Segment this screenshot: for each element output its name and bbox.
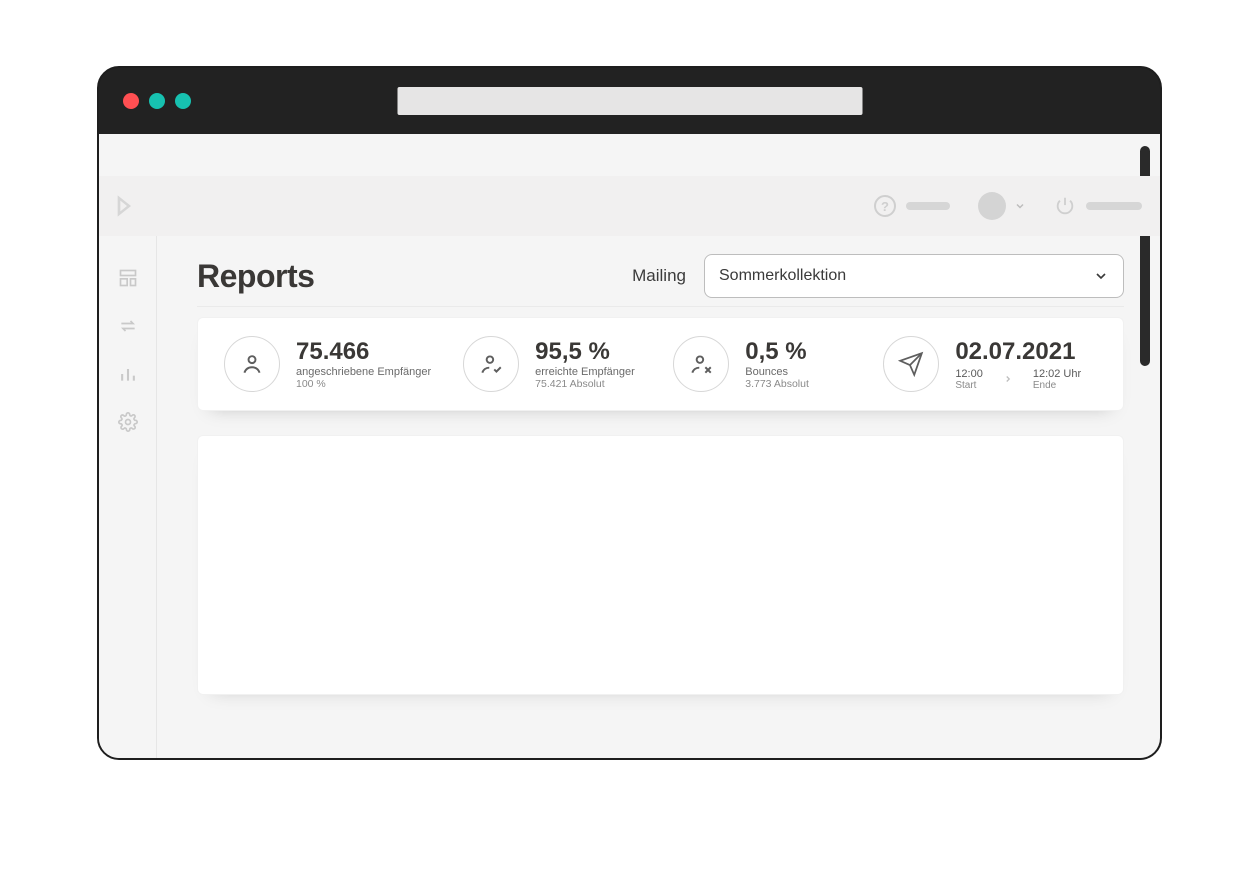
stat-date-end-label: Ende [1033, 380, 1081, 391]
window-controls [123, 93, 191, 109]
brand-logo-icon [111, 190, 143, 222]
help-menu[interactable]: ? [874, 195, 950, 217]
analytics-icon[interactable] [118, 364, 138, 384]
stat-bounces-label: Bounces [745, 366, 809, 378]
nav-rail [99, 236, 157, 758]
mailing-select[interactable]: Sommerkollektion [704, 254, 1124, 298]
page-header: Reports Mailing Sommerkollektion [197, 254, 1124, 307]
stat-recipients-label: angeschriebene Empfänger [296, 366, 431, 378]
stat-date-end-time: 12:02 Uhr [1033, 368, 1081, 380]
power-icon [1054, 195, 1076, 217]
paper-plane-icon [883, 336, 939, 392]
mailing-select-value: Sommerkollektion [719, 267, 846, 285]
chevron-down-icon [1093, 268, 1109, 284]
page-title: Reports [197, 258, 314, 295]
stat-recipients-sub: 100 % [296, 378, 431, 390]
help-label-placeholder [906, 202, 950, 210]
stat-bounces-sub: 3.773 Absolut [745, 378, 809, 390]
chevron-down-icon [1014, 200, 1026, 212]
user-menu[interactable] [978, 192, 1026, 220]
logout-label-placeholder [1086, 202, 1142, 210]
app-top-bar: ? [99, 176, 1160, 236]
stat-recipients-value: 75.466 [296, 338, 431, 366]
address-bar[interactable] [397, 87, 862, 115]
chevron-right-icon [1003, 374, 1013, 384]
stat-date-start-label: Start [955, 380, 983, 391]
mailing-select-label: Mailing [632, 266, 686, 286]
help-icon: ? [874, 195, 896, 217]
transfer-icon[interactable] [118, 316, 138, 336]
logout-menu[interactable] [1054, 195, 1142, 217]
avatar-icon [978, 192, 1006, 220]
main-content: Reports Mailing Sommerkollektion 75.466 [157, 236, 1160, 758]
stat-bounces-value: 0,5 % [745, 338, 809, 366]
minimize-window-icon[interactable] [149, 93, 165, 109]
stat-reached: 95,5 % erreichte Empfänger 75.421 Absolu… [463, 336, 641, 392]
stat-reached-sub: 75.421 Absolut [535, 378, 635, 390]
empty-panel [197, 435, 1124, 695]
dashboard-icon[interactable] [118, 268, 138, 288]
stat-reached-label: erreichte Empfänger [535, 366, 635, 378]
stat-date-start-time: 12:00 [955, 368, 983, 380]
browser-titlebar [99, 68, 1160, 134]
close-window-icon[interactable] [123, 93, 139, 109]
stat-date-value: 02.07.2021 [955, 338, 1081, 366]
stats-card: 75.466 angeschriebene Empfänger 100 % 95… [197, 317, 1124, 411]
person-x-icon [673, 336, 729, 392]
browser-window: ? [97, 66, 1162, 760]
person-icon [224, 336, 280, 392]
person-check-icon [463, 336, 519, 392]
settings-icon[interactable] [118, 412, 138, 432]
stat-bounces: 0,5 % Bounces 3.773 Absolut [673, 336, 851, 392]
stat-date: 02.07.2021 12:00 Start 12:02 Uhr Ende [883, 336, 1097, 392]
maximize-window-icon[interactable] [175, 93, 191, 109]
stat-reached-value: 95,5 % [535, 338, 635, 366]
stat-recipients: 75.466 angeschriebene Empfänger 100 % [224, 336, 431, 392]
app-viewport: ? [99, 134, 1160, 758]
